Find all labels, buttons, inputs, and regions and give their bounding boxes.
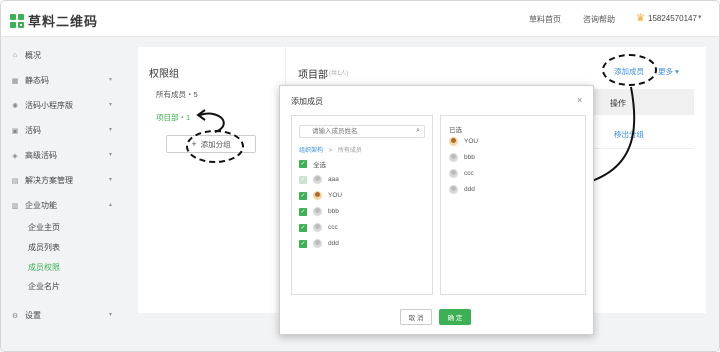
cancel-button[interactable]: 取 消 (400, 309, 432, 325)
member-row[interactable]: ✓ ddd (299, 239, 339, 248)
avatar (449, 153, 458, 162)
selected-label: 已选 (449, 127, 462, 134)
selected-member[interactable]: ccc (449, 169, 474, 178)
selected-members-panel: 已选 YOU bbb ccc ddd (440, 115, 586, 295)
arrow-path (199, 112, 225, 133)
checkbox-checked[interactable]: ✓ (299, 207, 307, 216)
checkbox-checked[interactable]: ✓ (299, 191, 307, 200)
avatar (313, 207, 322, 216)
avatar (449, 169, 458, 178)
avatar (313, 223, 322, 232)
checkbox-checked[interactable]: ✓ (299, 223, 307, 232)
avatar (313, 191, 322, 200)
breadcrumb: 组织架构 > 所有成员 (299, 148, 362, 154)
search-icon[interactable]: ⌕ (416, 127, 420, 135)
close-icon[interactable]: × (577, 95, 582, 105)
member-picker-panel: ⌕ 组织架构 > 所有成员 ✓ 全选 ✓ aaa ✓ YOU ✓ (291, 115, 433, 295)
selected-member[interactable]: YOU (449, 137, 478, 146)
checkbox-checked[interactable]: ✓ (299, 239, 307, 248)
checkbox-disabled: ✓ (299, 175, 307, 184)
checkbox-checked[interactable]: ✓ (299, 160, 307, 168)
member-row[interactable]: ✓ ccc (299, 223, 338, 232)
search-field[interactable]: ⌕ (299, 125, 425, 138)
confirm-button[interactable]: 确 定 (439, 309, 471, 325)
avatar (313, 239, 322, 248)
member-row[interactable]: ✓ bbb (299, 207, 339, 216)
avatar (313, 175, 322, 184)
avatar (449, 185, 458, 194)
select-all-row[interactable]: ✓ 全选 (299, 159, 326, 169)
member-row[interactable]: ✓ aaa (299, 175, 339, 184)
avatar (449, 137, 458, 146)
dialog-title: 添加成员 (291, 97, 323, 106)
app-window: 草料二维码 草料首页 咨询帮助 ♛ 15824570147 ▾ ⌂ 概况 ▦ 静态码… (0, 0, 720, 352)
add-member-dialog: 添加成员 × ⌕ 组织架构 > 所有成员 ✓ 全选 ✓ aaa ✓ (279, 85, 594, 335)
selected-member[interactable]: bbb (449, 153, 475, 162)
breadcrumb-current: 所有成员 (337, 148, 362, 154)
breadcrumb-org-link[interactable]: 组织架构 (299, 148, 323, 154)
member-row[interactable]: ✓ YOU (299, 191, 342, 200)
search-input[interactable] (300, 126, 410, 137)
selected-member[interactable]: ddd (449, 185, 475, 194)
